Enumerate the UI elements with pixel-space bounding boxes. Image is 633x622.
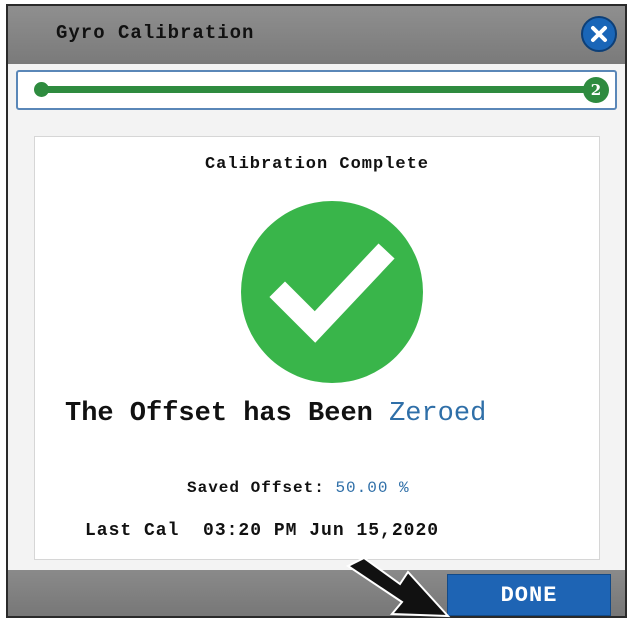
progress-bar — [38, 86, 588, 93]
result-heading: Calibration Complete — [204, 155, 430, 174]
saved-offset-row: Saved Offset: 50.00 % — [187, 479, 410, 497]
progress-panel: 2 — [16, 70, 617, 110]
status-message-accent: Zeroed — [389, 399, 487, 429]
calibration-dialog: Gyro Calibration 2 Calibration Complete … — [6, 4, 627, 618]
last-cal-label: Last Cal — [85, 521, 180, 541]
dialog-title: Gyro Calibration — [56, 22, 255, 44]
checkmark-circle-icon — [241, 201, 423, 383]
dialog-footer: DONE — [8, 570, 625, 616]
done-button[interactable]: DONE — [447, 574, 611, 616]
saved-offset-value: 50.00 % — [335, 479, 410, 497]
pointer-arrow-icon — [346, 556, 451, 618]
result-card: Calibration Complete The Offset has Been… — [34, 136, 600, 560]
saved-offset-label: Saved Offset: — [187, 479, 325, 497]
close-button[interactable] — [581, 16, 617, 52]
dialog-titlebar: Gyro Calibration — [8, 6, 625, 64]
last-cal-time: 03:20 PM Jun 15,2020 — [203, 521, 440, 541]
status-message: The Offset has Been Zeroed — [65, 399, 605, 429]
close-x-icon — [591, 26, 607, 42]
last-calibration-row: Last Cal 03:20 PM Jun 15,2020 — [85, 521, 439, 541]
progress-start-marker — [34, 82, 49, 97]
status-message-prefix: The Offset has Been — [65, 399, 373, 429]
progress-step-badge: 2 — [583, 77, 609, 103]
